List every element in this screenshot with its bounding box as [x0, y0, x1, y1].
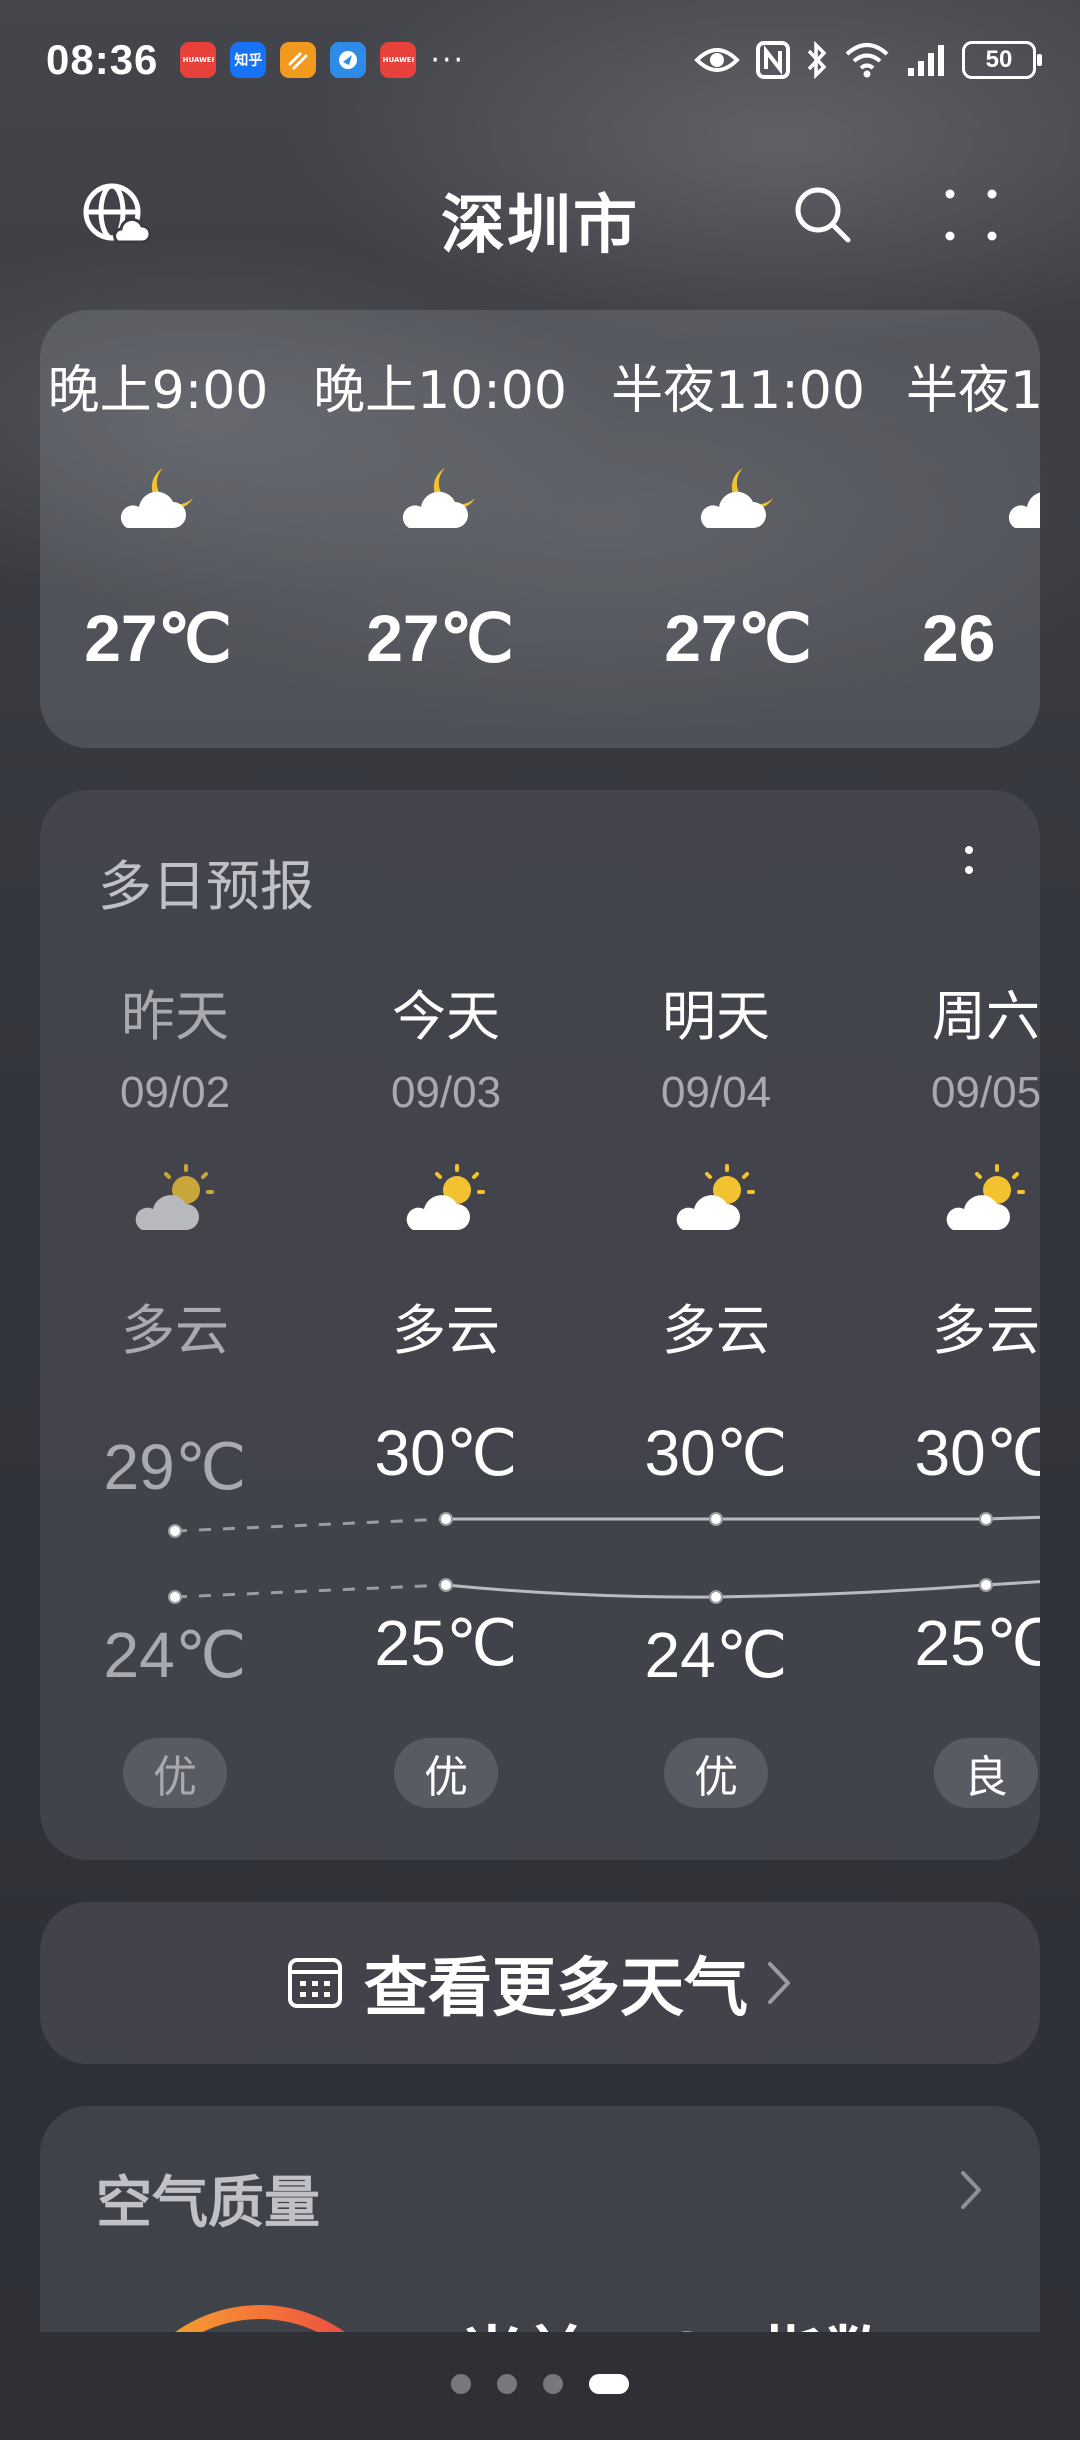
- day-condition: 多云: [392, 1299, 500, 1362]
- aqi-badge: 优: [123, 1738, 227, 1808]
- status-indicators: 50: [694, 41, 1042, 79]
- day-date: 09/04: [660, 1068, 772, 1117]
- blue-app-icon: [330, 42, 367, 78]
- aqi-badge: 良: [934, 1738, 1038, 1808]
- day-condition: 多云: [121, 1299, 229, 1362]
- day-high-temp: 30℃: [914, 1417, 1040, 1489]
- day-condition: 多云: [662, 1299, 770, 1362]
- hourly-time: 半夜1: [906, 361, 1040, 421]
- chevron-right-icon[interactable]: [958, 2168, 984, 2212]
- partly-cloudy-icon: [946, 1164, 1025, 1230]
- kebab-menu-icon[interactable]: [954, 840, 984, 900]
- day-high-temp: 30℃: [374, 1417, 518, 1489]
- day-name: 明天: [662, 985, 770, 1048]
- orange-app-icon: [280, 42, 317, 78]
- chevron-right-icon: [768, 1962, 790, 2004]
- day-date: 09/03: [390, 1068, 502, 1117]
- partly-cloudy-icon: [406, 1164, 485, 1230]
- page-dot-active[interactable]: [589, 2374, 629, 2394]
- hourly-time: 半夜11:00: [611, 361, 865, 421]
- high-point: [709, 1512, 723, 1526]
- view-more-weather-label: 查看更多天气: [364, 1952, 748, 2026]
- nfc-icon: [756, 41, 790, 79]
- low-point: [979, 1578, 993, 1592]
- high-point: [979, 1512, 993, 1526]
- low-trend-line: [445, 1580, 1040, 1599]
- signal-icon: [908, 45, 944, 76]
- day-low-temp: 24℃: [644, 1619, 788, 1691]
- huawei-appgallery-icon-2: HUAWEI: [380, 42, 417, 78]
- moon-cloud-icon: [700, 468, 773, 528]
- day-date: 09/05: [930, 1068, 1040, 1117]
- hourly-time: 晚上9:00: [47, 361, 269, 421]
- wifi-icon: [845, 43, 889, 78]
- moon-cloud-icon: [402, 468, 475, 528]
- bluetooth-icon: [807, 41, 827, 79]
- more-notifications-icon: ···: [430, 42, 466, 78]
- notification-app-icons: HUAWEI 知乎 HUAWEI: [180, 42, 417, 78]
- view-more-weather-button[interactable]: 查看更多天气: [40, 1902, 1040, 2064]
- high-point: [439, 1512, 453, 1526]
- aqi-badge: 优: [664, 1738, 768, 1808]
- page-dot[interactable]: [497, 2374, 517, 2394]
- hourly-temp: 27℃: [366, 601, 514, 675]
- status-time: 08:36: [46, 36, 159, 83]
- page-dot[interactable]: [451, 2374, 471, 2394]
- status-bar: 08:36 HUAWEI 知乎 HUAWEI ··· 50: [0, 0, 1080, 120]
- day-name: 昨天: [121, 985, 229, 1048]
- low-point: [709, 1590, 723, 1604]
- calendar-icon: [288, 1958, 342, 2008]
- high-trend-line: [446, 1515, 1040, 1521]
- air-quality-title: 空气质量: [96, 2171, 320, 2236]
- daily-forecast-title: 多日预报: [98, 855, 314, 918]
- day-date: 09/02: [119, 1068, 231, 1117]
- low-point: [168, 1590, 182, 1604]
- day-low-temp: 24℃: [103, 1619, 247, 1691]
- partly-cloudy-icon: [676, 1164, 755, 1230]
- city-title: 深圳市: [441, 189, 639, 263]
- hourly-temp: 26: [922, 601, 996, 675]
- page-dot[interactable]: [543, 2374, 563, 2394]
- day-low-temp: 25℃: [374, 1607, 518, 1679]
- day-high-temp: 29℃: [103, 1431, 247, 1503]
- high-point: [168, 1524, 182, 1538]
- moon-cloud-icon: [1008, 485, 1040, 528]
- huawei-appgallery-icon: HUAWEI: [180, 42, 217, 78]
- hourly-forecast-card[interactable]: 晚上9:00 27℃ 晚上10:00 27℃ 半夜11:00 27℃ 半夜1 2…: [40, 310, 1040, 748]
- eye-icon: [694, 48, 740, 72]
- aqi-badge: 优: [394, 1738, 498, 1808]
- day-low-temp: 25℃: [914, 1607, 1040, 1679]
- moon-cloud-icon: [120, 468, 193, 528]
- multi-day-forecast-card[interactable]: 多日预报 昨天 09/02 多云 29℃ 24℃ 优 今天 09/03 多云 3…: [40, 790, 1040, 1860]
- day-high-temp: 30℃: [644, 1417, 788, 1489]
- low-point: [439, 1578, 453, 1592]
- day-name: 周六: [932, 985, 1040, 1048]
- page-indicator[interactable]: [0, 2374, 1080, 2394]
- day-name: 今天: [392, 985, 500, 1048]
- top-header: 深圳市: [0, 150, 1080, 280]
- high-trend-past-segment: [174, 1517, 447, 1533]
- low-trend-past-segment: [174, 1583, 447, 1599]
- hourly-time: 晚上10:00: [313, 361, 567, 421]
- day-condition: 多云: [932, 1299, 1040, 1362]
- more-options-icon[interactable]: [940, 184, 1002, 246]
- hourly-temp: 27℃: [664, 601, 812, 675]
- zhihu-icon: 知乎: [230, 42, 267, 78]
- partly-cloudy-icon: [135, 1164, 214, 1230]
- hourly-temp: 27℃: [84, 601, 232, 675]
- search-icon[interactable]: [790, 182, 856, 248]
- battery-indicator: 50: [962, 41, 1042, 79]
